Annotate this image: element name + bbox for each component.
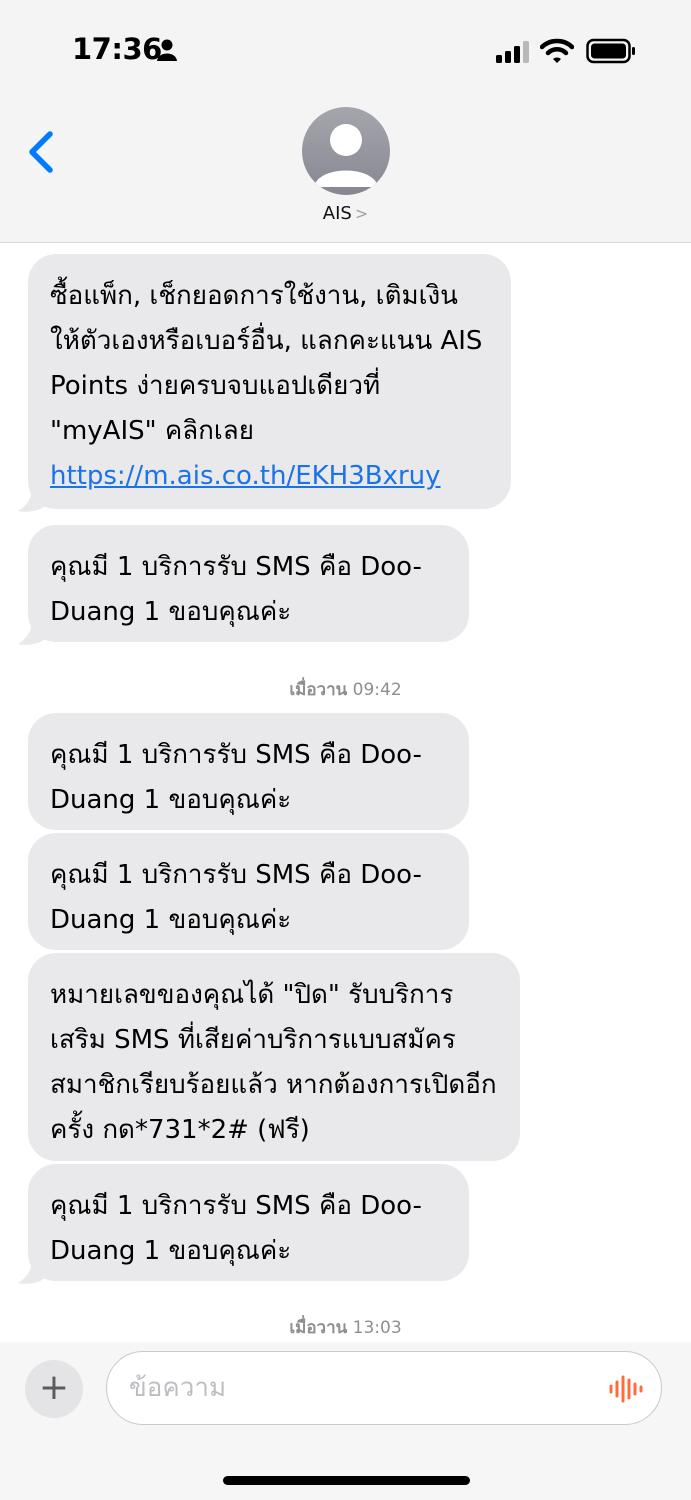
message-text: ซื้อแพ็ก, เช็กยอดการใช้งาน, เติมเงิน ให้… xyxy=(50,281,483,446)
timestamp-time: 13:03 xyxy=(352,1318,402,1338)
status-bar: 17:36 xyxy=(0,0,691,100)
timestamp: เมื่อวาน 13:03 xyxy=(0,1314,691,1341)
message-text: คุณมี 1 บริการรับ SMS คือ Doo-Duang 1 ขอ… xyxy=(50,1191,422,1266)
message-bubble[interactable]: หมายเลขของคุณได้ "ปิด" รับบริการเสริม SM… xyxy=(28,953,520,1161)
message-thread[interactable]: ซื้อแพ็ก, เช็กยอดการใช้งาน, เติมเงิน ให้… xyxy=(0,243,691,1343)
signal-icon xyxy=(496,41,529,63)
message-bubble[interactable]: คุณมี 1 บริการรับ SMS คือ Doo-Duang 1 ขอ… xyxy=(28,525,469,642)
timestamp-day: เมื่อวาน xyxy=(289,1318,348,1338)
message-placeholder: ข้อความ xyxy=(129,1373,227,1403)
contact-avatar[interactable] xyxy=(302,107,390,195)
message-link[interactable]: https://m.ais.co.th/EKH3Bxruy xyxy=(50,461,441,491)
chevron-right-icon: > xyxy=(354,204,369,223)
message-bubble[interactable]: คุณมี 1 บริการรับ SMS คือ Doo-Duang 1 ขอ… xyxy=(28,1164,469,1281)
message-text: คุณมี 1 บริการรับ SMS คือ Doo-Duang 1 ขอ… xyxy=(50,860,422,935)
timestamp: เมื่อวาน 09:42 xyxy=(0,676,691,703)
message-text: หมายเลขของคุณได้ "ปิด" รับบริการเสริม SM… xyxy=(50,980,497,1145)
plus-button[interactable]: + xyxy=(25,1360,83,1418)
message-bubble[interactable]: คุณมี 1 บริการรับ SMS คือ Doo-Duang 1 ขอ… xyxy=(28,833,469,950)
person-icon xyxy=(157,39,177,61)
bubble-tail xyxy=(18,487,46,512)
back-button[interactable] xyxy=(22,128,62,178)
battery-icon xyxy=(586,38,635,64)
timestamp-day: เมื่อวาน xyxy=(289,680,348,700)
timestamp-time: 09:42 xyxy=(352,680,402,700)
bubble-tail xyxy=(18,620,46,645)
message-bubble[interactable]: ซื้อแพ็ก, เช็กยอดการใช้งาน, เติมเงิน ให้… xyxy=(28,254,511,509)
message-text: คุณมี 1 บริการรับ SMS คือ Doo-Duang 1 ขอ… xyxy=(50,740,422,815)
home-indicator[interactable] xyxy=(223,1476,470,1485)
wifi-icon xyxy=(540,38,574,63)
avatar-icon xyxy=(314,124,378,187)
message-bubble[interactable]: คุณมี 1 บริการรับ SMS คือ Doo-Duang 1 ขอ… xyxy=(28,713,469,830)
voice-waveform-icon[interactable] xyxy=(608,1374,644,1404)
status-time: 17:36 xyxy=(72,32,162,66)
plus-icon: + xyxy=(38,1367,70,1408)
bubble-tail xyxy=(18,1259,46,1284)
back-chevron-icon xyxy=(29,131,53,173)
contact-name: AIS xyxy=(322,203,352,224)
message-input[interactable]: ข้อความ xyxy=(106,1351,662,1425)
message-text: คุณมี 1 บริการรับ SMS คือ Doo-Duang 1 ขอ… xyxy=(50,552,422,627)
contact-name-link[interactable]: AIS > xyxy=(0,203,691,224)
